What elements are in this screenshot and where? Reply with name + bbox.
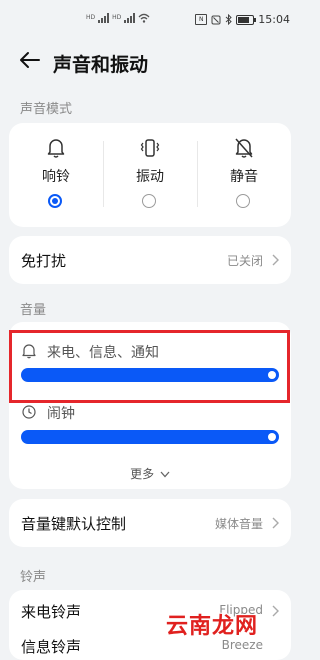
more-label: 更多 xyxy=(130,467,155,481)
volume-alarm-slider[interactable] xyxy=(21,430,279,444)
hd-icon: HD xyxy=(86,14,96,21)
dnd-row[interactable]: 免打扰 已关闭 xyxy=(9,236,291,284)
signal-icon xyxy=(98,13,110,23)
back-arrow-icon[interactable] xyxy=(18,48,42,72)
mode-silent-label: 静音 xyxy=(230,169,258,185)
status-bar: HD HD N 15:04 xyxy=(0,0,300,40)
volume-key-label: 音量键默认控制 xyxy=(21,515,127,533)
annotation-highlight-box xyxy=(9,330,290,403)
mode-ring-radio[interactable] xyxy=(48,194,62,208)
mode-ring-label: 响铃 xyxy=(42,169,70,185)
vibrate-status-icon xyxy=(211,15,221,24)
dnd-label: 免打扰 xyxy=(21,252,67,270)
incoming-ringtone-label: 来电铃声 xyxy=(21,603,82,621)
wifi-icon xyxy=(138,13,150,23)
chevron-right-icon xyxy=(272,517,279,529)
hd-icon-2: HD xyxy=(112,14,122,21)
page-title: 声音和振动 xyxy=(53,54,149,76)
mode-vibrate[interactable]: 振动 xyxy=(103,123,197,227)
status-right-icons: N 15:04 xyxy=(195,13,290,26)
signal-icon-2 xyxy=(124,13,136,23)
clock-icon xyxy=(22,405,36,419)
section-label-ringtone: 铃声 xyxy=(20,570,47,585)
slider-thumb[interactable] xyxy=(268,433,276,441)
battery-icon xyxy=(236,14,257,25)
bell-icon xyxy=(47,139,65,158)
mode-silent[interactable]: 静音 xyxy=(197,123,291,227)
vibrate-icon xyxy=(140,139,160,157)
mode-silent-radio[interactable] xyxy=(236,194,250,208)
watermark-logo: 云南龙网 xyxy=(166,614,259,639)
title-bar: 声音和振动 xyxy=(0,40,300,80)
mode-vibrate-label: 振动 xyxy=(136,169,164,185)
status-time: 15:04 xyxy=(258,13,290,26)
sound-mode-card: 响铃 振动 静音 xyxy=(9,123,291,227)
dnd-value: 已关闭 xyxy=(226,254,263,268)
section-label-sound-mode: 声音模式 xyxy=(20,102,73,117)
section-label-volume: 音量 xyxy=(20,303,47,318)
chevron-right-icon xyxy=(272,605,279,617)
volume-key-row[interactable]: 音量键默认控制 媒体音量 xyxy=(9,499,291,547)
chevron-right-icon xyxy=(272,254,279,266)
volume-alarm-label: 闹钟 xyxy=(47,406,75,422)
chevron-down-icon xyxy=(160,471,170,478)
status-left-icons: HD HD xyxy=(86,13,150,23)
bluetooth-icon xyxy=(225,14,233,25)
volume-key-value: 媒体音量 xyxy=(214,517,263,531)
nfc-icon: N xyxy=(195,14,208,25)
more-button[interactable]: 更多 xyxy=(9,465,291,482)
mode-vibrate-radio[interactable] xyxy=(142,194,156,208)
mode-ring[interactable]: 响铃 xyxy=(9,123,103,227)
bell-off-icon xyxy=(235,138,253,158)
message-ringtone-label: 信息铃声 xyxy=(21,638,82,656)
